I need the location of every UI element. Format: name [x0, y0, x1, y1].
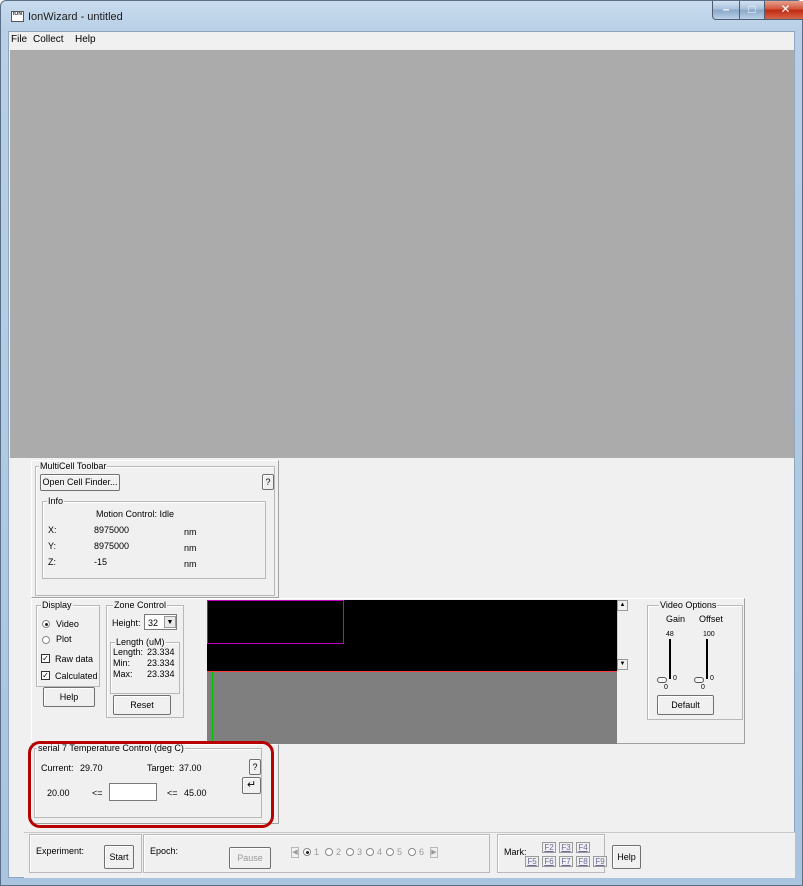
scroll-down-icon[interactable]: ▼	[617, 659, 628, 670]
x-value: 8975000	[94, 525, 130, 535]
mark-f3-button[interactable]: F3	[559, 842, 573, 853]
epoch-prev-icon[interactable]: ◀	[291, 847, 299, 858]
minimize-button[interactable]: –	[712, 1, 740, 20]
z-label: Z:	[48, 557, 56, 567]
video-strip	[207, 600, 617, 671]
length-value: 23.334	[147, 647, 175, 657]
height-value: 32	[148, 618, 159, 628]
epoch-radio-2[interactable]	[325, 848, 333, 856]
offset-slider-track[interactable]	[706, 639, 708, 679]
raw-data-label: Raw data	[55, 654, 94, 664]
mark-f4-button[interactable]: F4	[576, 842, 590, 853]
multicell-title: MultiCell Toolbar	[39, 461, 108, 471]
z-value: -15	[94, 557, 108, 567]
gain-slider-track[interactable]	[669, 639, 671, 679]
cursor-line	[212, 672, 213, 744]
z-unit: nm	[184, 559, 197, 569]
zone-box	[207, 600, 344, 644]
close-button[interactable]: ✕	[764, 1, 803, 20]
menu-help[interactable]: Help	[75, 34, 96, 45]
y-unit: nm	[184, 543, 197, 553]
mark-f7-button[interactable]: F7	[559, 856, 573, 867]
default-button[interactable]: Default	[657, 695, 714, 715]
menu-collect[interactable]: Collect	[33, 34, 64, 45]
height-label: Height:	[112, 618, 141, 628]
bottom-help-button[interactable]: Help	[612, 845, 641, 869]
gain-value: 0	[673, 675, 677, 682]
video-label: Video	[56, 619, 79, 629]
open-cell-finder-button[interactable]: Open Cell Finder...	[40, 474, 120, 491]
help-button[interactable]: ?	[262, 474, 274, 490]
epoch-4-label: 4	[377, 847, 383, 857]
plot-radio[interactable]	[42, 636, 50, 644]
motion-status: Motion Control: Idle	[96, 509, 175, 519]
info-title: Info	[47, 496, 65, 506]
display-help-button[interactable]: Help	[43, 687, 95, 707]
client-area: File Collect Help MultiCell Toolbar Open…	[8, 31, 795, 878]
epoch-label: Epoch:	[150, 846, 179, 856]
offset-value: 0	[710, 675, 714, 682]
gain-label: Gain	[666, 614, 686, 624]
reset-button[interactable]: Reset	[113, 695, 171, 715]
scroll-up-icon[interactable]: ▲	[617, 600, 628, 611]
epoch-5-label: 5	[397, 847, 403, 857]
x-unit: nm	[184, 527, 197, 537]
max-value: 23.334	[147, 669, 175, 679]
menu-file[interactable]: File	[11, 34, 27, 45]
raw-data-checkbox[interactable]: ✓	[41, 654, 50, 663]
epoch-next-icon[interactable]: ▶	[430, 847, 438, 858]
menu-bar: File Collect Help	[9, 32, 794, 50]
epoch-6-label: 6	[419, 847, 425, 857]
offset-label: Offset	[699, 614, 723, 624]
window-title: IonWizard - untitled	[28, 11, 123, 23]
maximize-button[interactable]: □	[739, 1, 765, 20]
mark-f2-button[interactable]: F2	[542, 842, 556, 853]
chevron-down-icon[interactable]: ▼	[164, 616, 176, 628]
min-value: 23.334	[147, 658, 175, 668]
y-label: Y:	[48, 541, 57, 551]
epoch-3-label: 3	[357, 847, 363, 857]
x-label: X:	[48, 525, 57, 535]
start-button[interactable]: Start	[104, 845, 134, 869]
epoch-radio-4[interactable]	[366, 848, 374, 856]
zone-control-title: Zone Control	[113, 600, 168, 610]
height-select[interactable]: 32 ▼	[144, 614, 177, 630]
experiment-label: Experiment:	[36, 846, 85, 856]
highlight-annotation	[28, 741, 274, 828]
offset-max: 100	[703, 631, 715, 638]
pause-button[interactable]: Pause	[229, 847, 271, 869]
y-value: 8975000	[94, 541, 130, 551]
epoch-radio-5[interactable]	[386, 848, 394, 856]
calculated-label: Calculated	[55, 671, 98, 681]
epoch-radio-1[interactable]	[303, 848, 311, 856]
mark-f5-button[interactable]: F5	[525, 856, 539, 867]
offset-min: 0	[701, 684, 705, 691]
max-label: Max:	[113, 669, 133, 679]
mark-label: Mark:	[504, 847, 527, 857]
mark-f6-button[interactable]: F6	[542, 856, 556, 867]
video-options-title: Video Options	[659, 600, 718, 610]
epoch-radio-3[interactable]	[346, 848, 354, 856]
plot-area	[207, 672, 617, 744]
epoch-radio-6[interactable]	[408, 848, 416, 856]
mark-f8-button[interactable]: F8	[576, 856, 590, 867]
multicell-toolbar: MultiCell Toolbar Open Cell Finder... ? …	[31, 460, 279, 598]
display-title: Display	[41, 600, 73, 610]
length-title: Length (uM)	[115, 637, 166, 647]
mark-f9-button[interactable]: F9	[593, 856, 607, 867]
length-label: Length:	[113, 647, 144, 657]
title-bar[interactable]: ION IonWizard - untitled – □ ✕	[0, 0, 803, 30]
video-radio[interactable]	[42, 620, 50, 628]
main-video-area	[10, 50, 794, 458]
epoch-2-label: 2	[336, 847, 342, 857]
min-label: Min:	[113, 658, 131, 668]
app-icon: ION	[11, 11, 24, 22]
calculated-checkbox[interactable]: ✓	[41, 671, 50, 680]
gain-min: 0	[664, 684, 668, 691]
epoch-1-label: 1	[314, 847, 320, 857]
plot-label: Plot	[56, 634, 72, 644]
